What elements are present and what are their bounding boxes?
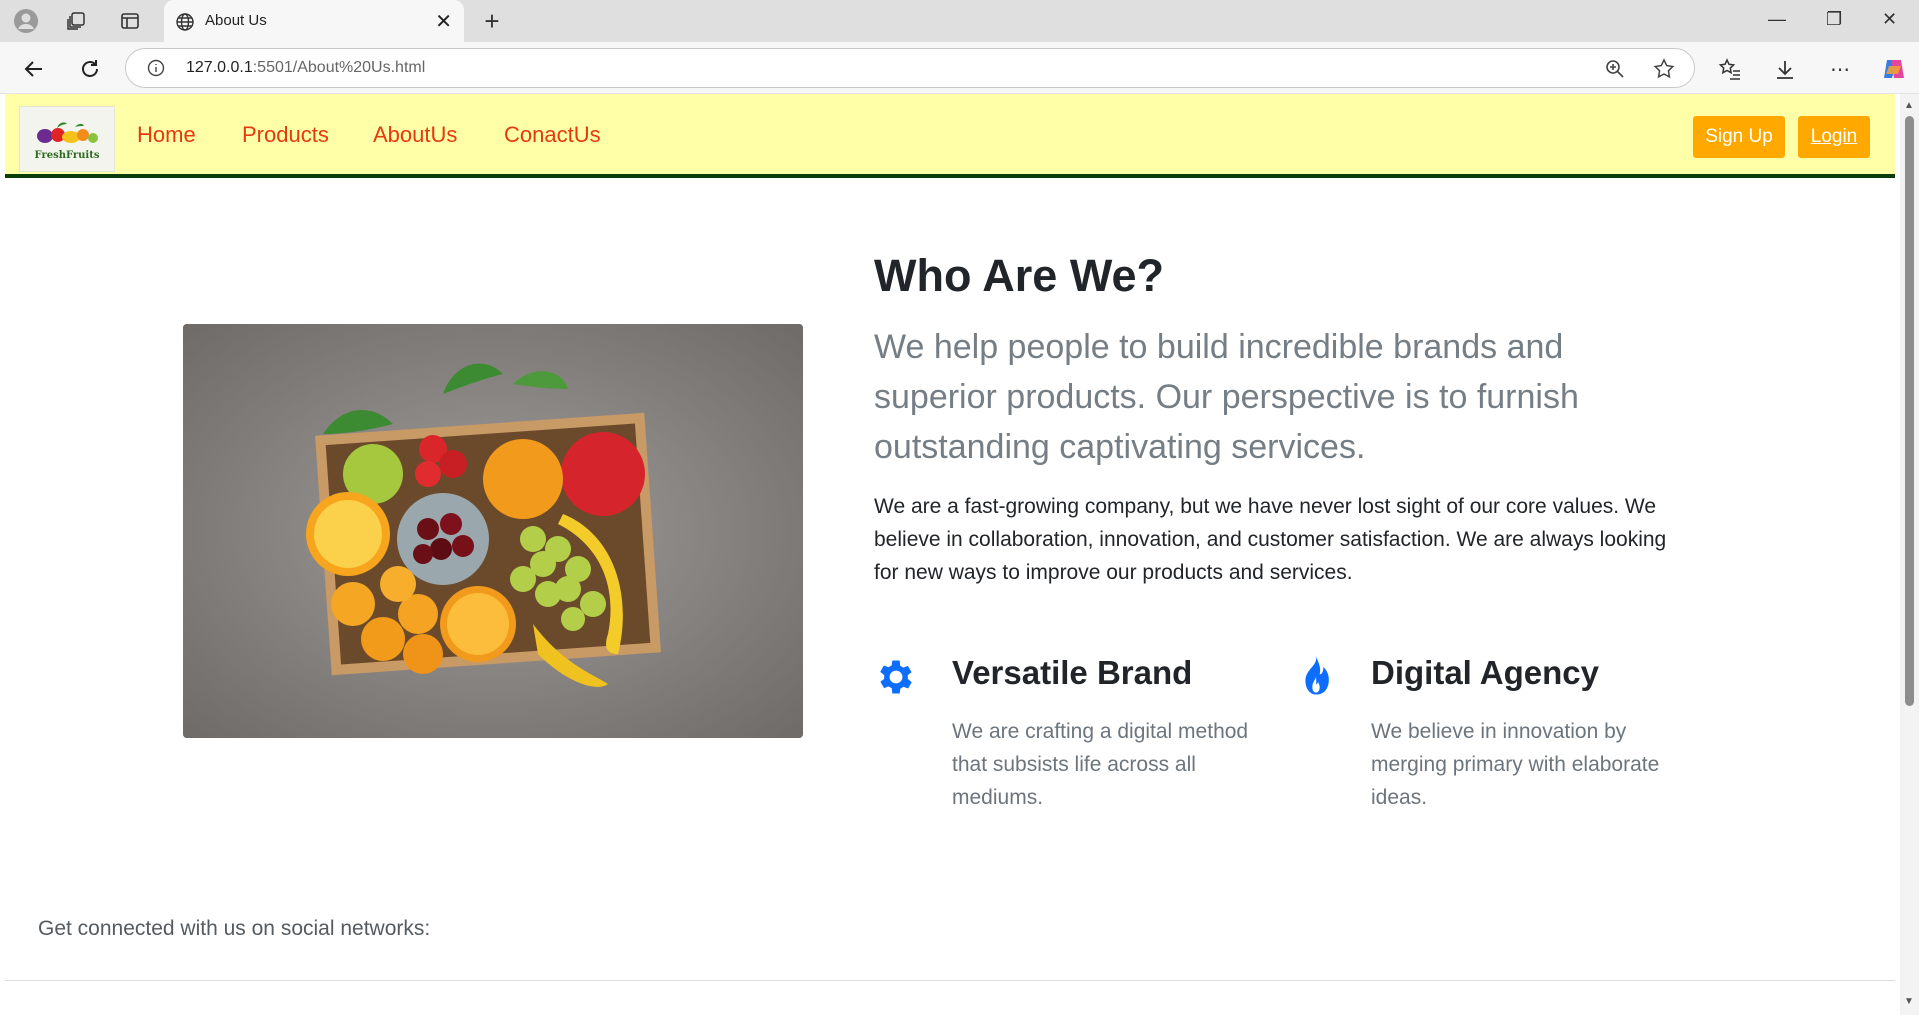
scroll-down-icon[interactable]: ▼ <box>1904 996 1914 1007</box>
page-scrollbar[interactable]: ▲ ▼ <box>1900 94 1919 1015</box>
gear-icon <box>874 655 918 704</box>
zoom-icon[interactable] <box>1604 58 1626 80</box>
new-tab-icon[interactable]: + <box>478 6 506 36</box>
feature-text-versatile: We are crafting a digital method that su… <box>952 720 1249 809</box>
copilot-icon[interactable] <box>1879 54 1909 84</box>
site-info-icon[interactable] <box>146 58 166 78</box>
feature-title-digital: Digital Agency <box>1371 654 1599 691</box>
url-path: :5501/About%20Us.html <box>252 59 426 76</box>
profile-icon[interactable] <box>12 7 40 35</box>
scroll-thumb[interactable] <box>1905 116 1914 706</box>
logo-text: FreshFruits <box>34 149 100 161</box>
url-text[interactable]: 127.0.0.1:5501/About%20Us.html <box>186 59 425 77</box>
close-window-icon[interactable]: ✕ <box>1882 9 1897 30</box>
active-tab[interactable]: About Us ✕ <box>164 0 464 42</box>
fire-icon <box>1294 654 1338 707</box>
signup-button[interactable]: Sign Up <box>1693 116 1785 158</box>
more-options-icon[interactable]: ⋯ <box>1826 55 1854 83</box>
reload-icon[interactable] <box>76 55 104 83</box>
site-navbar: FreshFruits Home Products AboutUs Conact… <box>5 94 1895 178</box>
collections-icon[interactable] <box>64 9 88 33</box>
globe-icon <box>174 11 196 33</box>
about-paragraph: We are a fast-growing company, but we ha… <box>874 495 1667 584</box>
site-logo[interactable]: FreshFruits <box>19 106 115 172</box>
close-tab-icon[interactable]: ✕ <box>435 9 452 34</box>
about-heading: Who Are We? <box>874 250 1164 301</box>
feature-title-versatile: Versatile Brand <box>952 654 1193 691</box>
browser-tab-bar: About Us ✕ + — ❐ ✕ <box>0 0 1919 42</box>
favorites-icon[interactable] <box>1716 55 1744 83</box>
scroll-up-icon[interactable]: ▲ <box>1904 100 1914 111</box>
nav-link-home[interactable]: Home <box>137 122 196 148</box>
page-viewport: FreshFruits Home Products AboutUs Conact… <box>0 94 1900 1015</box>
favorite-star-icon[interactable] <box>1652 57 1676 81</box>
login-button[interactable]: Login <box>1798 116 1870 158</box>
tab-title: About Us <box>205 12 267 29</box>
restore-icon[interactable]: ❐ <box>1826 9 1842 30</box>
download-icon[interactable] <box>1771 55 1799 83</box>
back-icon[interactable] <box>20 55 48 83</box>
browser-toolbar: 127.0.0.1:5501/About%20Us.html ⋯ <box>0 42 1919 94</box>
nav-link-aboutus[interactable]: AboutUs <box>373 122 457 148</box>
feature-text-digital: We believe in innovation by merging prim… <box>1371 720 1660 809</box>
minimize-icon[interactable]: — <box>1768 9 1786 30</box>
footer-divider <box>5 980 1895 981</box>
about-lead-text: We help people to build incredible brand… <box>874 328 1579 466</box>
social-networks-text: Get connected with us on social networks… <box>38 917 431 940</box>
address-bar[interactable]: 127.0.0.1:5501/About%20Us.html <box>125 48 1695 88</box>
nav-link-products[interactable]: Products <box>242 122 329 148</box>
fruit-logo-icon <box>37 121 98 143</box>
fruit-box-image <box>183 324 803 738</box>
tab-actions-icon[interactable] <box>118 9 142 33</box>
nav-link-contactus[interactable]: ConactUs <box>504 122 601 148</box>
url-host: 127.0.0.1 <box>186 59 253 76</box>
